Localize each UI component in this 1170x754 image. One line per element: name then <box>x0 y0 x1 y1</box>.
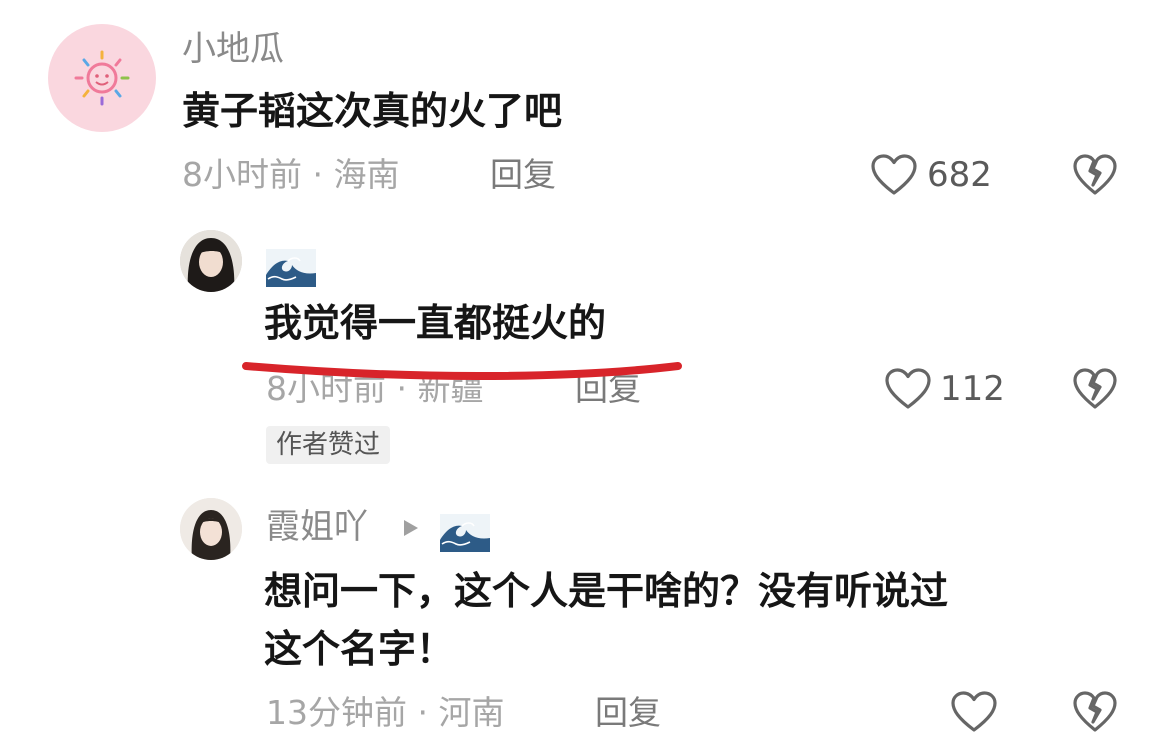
like-count: 682 <box>927 155 992 195</box>
dislike-broken-heart-icon[interactable] <box>1072 690 1118 734</box>
red-underline-highlight <box>242 362 682 381</box>
reply-button[interactable]: 回复 <box>490 158 556 191</box>
comment-username[interactable]: 霞姐吖 <box>266 510 368 544</box>
author-liked-badge: 作者赞过 <box>266 426 391 464</box>
comment-text-line-2: 这个名字！ <box>264 627 455 671</box>
heart-icon[interactable] <box>884 367 932 411</box>
avatar[interactable] <box>180 498 242 560</box>
portrait-avatar-icon <box>180 498 242 560</box>
heart-icon[interactable] <box>950 690 998 734</box>
reply-button[interactable]: 回复 <box>595 696 661 729</box>
avatar[interactable] <box>180 230 242 292</box>
sun-doodle-icon <box>74 50 130 106</box>
comment-meta: 8小时前 · 海南 <box>182 155 400 194</box>
wave-icon <box>266 249 316 287</box>
portrait-avatar-icon <box>180 230 242 292</box>
play-arrow-icon <box>404 520 418 536</box>
comment-text: 我觉得一直都挺火的 <box>264 301 607 345</box>
comment-username[interactable]: 小地瓜 <box>182 32 284 66</box>
comment-text-line-1: 想问一下，这个人是干啥的？没有听说过 <box>264 569 949 613</box>
like-count: 112 <box>940 369 1005 409</box>
dislike-broken-heart-icon[interactable] <box>1072 367 1118 411</box>
comment-meta: 13分钟前 · 河南 <box>266 693 505 732</box>
comment-text: 黄子韬这次真的火了吧 <box>182 89 563 133</box>
avatar[interactable] <box>48 24 156 132</box>
heart-icon[interactable] <box>870 153 918 197</box>
dislike-broken-heart-icon[interactable] <box>1072 153 1118 197</box>
wave-icon <box>440 514 490 552</box>
